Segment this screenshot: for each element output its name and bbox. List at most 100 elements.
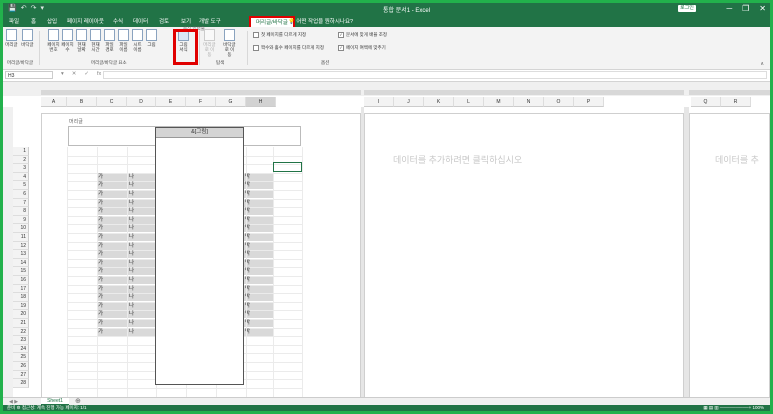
collapse-ribbon-icon[interactable]: ∧: [760, 61, 764, 67]
row-header-12[interactable]: 12: [13, 241, 29, 251]
window-control-icon[interactable]: ✕: [759, 3, 766, 14]
cell-c[interactable]: 나: [129, 267, 134, 276]
cell-c[interactable]: 나: [129, 190, 134, 199]
tab-5[interactable]: 데이터: [133, 17, 148, 25]
row-header-9[interactable]: 9: [13, 215, 29, 225]
add-data-placeholder-0[interactable]: 데이터를 추가하려면 클릭하십시오: [393, 153, 522, 166]
cell-b[interactable]: 가: [98, 224, 103, 233]
tab-4[interactable]: 수식: [113, 17, 123, 25]
column-header-O[interactable]: O: [544, 97, 574, 107]
tab-7[interactable]: 보기: [181, 17, 191, 25]
ribbon-button-1[interactable]: 바닥글: [21, 29, 34, 47]
tab-2[interactable]: 삽입: [47, 17, 57, 25]
row-header-3[interactable]: 3: [13, 164, 29, 173]
row-header-25[interactable]: 25: [13, 353, 29, 362]
column-header-G[interactable]: G: [216, 97, 246, 107]
row-header-13[interactable]: 13: [13, 250, 29, 259]
formula-icon[interactable]: ✓: [84, 71, 89, 77]
ribbon-button-5[interactable]: 현재 시간: [89, 29, 102, 52]
column-header-K[interactable]: K: [424, 97, 454, 107]
qat-icon[interactable]: ▾: [40, 4, 44, 12]
formula-icon[interactable]: fx: [97, 71, 101, 77]
cell-b[interactable]: 가: [98, 199, 103, 208]
row-header-5[interactable]: 5: [13, 181, 29, 190]
window-control-icon[interactable]: ─: [726, 3, 732, 14]
column-header-Q[interactable]: Q: [691, 97, 721, 107]
cell-c[interactable]: 나: [129, 199, 134, 208]
cell-b[interactable]: 가: [98, 267, 103, 276]
cell-c[interactable]: 나: [129, 293, 134, 302]
cell-b[interactable]: 가: [98, 233, 103, 242]
column-header-I[interactable]: I: [364, 97, 394, 107]
column-header-N[interactable]: N: [514, 97, 544, 107]
checkbox[interactable]: ✓: [338, 32, 344, 38]
checkbox[interactable]: [253, 45, 259, 51]
row-header-8[interactable]: 8: [13, 207, 29, 216]
cell-b[interactable]: 가: [98, 259, 103, 268]
tab-6[interactable]: 검토: [159, 17, 169, 25]
cell-c[interactable]: 나: [129, 173, 134, 182]
formula-input[interactable]: [103, 71, 767, 79]
option-checkbox-0[interactable]: 첫 페이지를 다르게 지정: [253, 32, 306, 38]
option-checkbox-3[interactable]: ✓ 페이지 여백에 맞추기: [338, 45, 386, 51]
cell-b[interactable]: 가: [98, 293, 103, 302]
row-header-20[interactable]: 20: [13, 310, 29, 319]
column-header-D[interactable]: D: [127, 97, 156, 107]
row-header-1[interactable]: 1: [13, 147, 29, 156]
ribbon-button-9[interactable]: 그림: [145, 29, 158, 47]
header-picture[interactable]: &[그림]: [155, 127, 244, 385]
row-header-16[interactable]: 16: [13, 276, 29, 285]
row-header-21[interactable]: 21: [13, 319, 29, 328]
cell-c[interactable]: 나: [129, 216, 134, 225]
qat-icon[interactable]: 💾: [8, 4, 17, 12]
cell-b[interactable]: 가: [98, 207, 103, 216]
column-header-J[interactable]: J: [394, 97, 424, 107]
window-control-icon[interactable]: ❐: [742, 3, 749, 14]
ribbon-button-7[interactable]: 파일 이름: [117, 29, 130, 52]
column-header-R[interactable]: R: [721, 97, 751, 107]
cell-c[interactable]: 나: [129, 276, 134, 285]
row-header-27[interactable]: 27: [13, 370, 29, 380]
row-header-4[interactable]: 4: [13, 172, 29, 182]
ribbon-button-6[interactable]: 파일 경로: [103, 29, 116, 52]
cell-b[interactable]: 가: [98, 216, 103, 225]
tell-me-box[interactable]: 💡 어떤 작업을 원하시나요?: [288, 17, 353, 25]
qat-icon[interactable]: ↶: [21, 4, 27, 12]
row-header-23[interactable]: 23: [13, 336, 29, 345]
tab-3[interactable]: 페이지 레이아웃: [67, 17, 104, 25]
cell-c[interactable]: 나: [129, 328, 134, 337]
row-header-10[interactable]: 10: [13, 224, 29, 233]
formula-icon[interactable]: ✕: [72, 71, 77, 77]
tab-8[interactable]: 개발 도구: [199, 17, 221, 25]
column-header-M[interactable]: M: [484, 97, 514, 107]
ribbon-button-12[interactable]: 바닥글로 이동: [223, 29, 236, 57]
cell-b[interactable]: 가: [98, 310, 103, 319]
qat-icon[interactable]: ↷: [31, 4, 37, 12]
ribbon-button-8[interactable]: 시트 이름: [131, 29, 144, 52]
cell-b[interactable]: 가: [98, 319, 103, 328]
tab-1[interactable]: 홈: [31, 17, 36, 25]
tab-0[interactable]: 파일: [9, 17, 19, 25]
cell-c[interactable]: 나: [129, 285, 134, 294]
ribbon-button-2[interactable]: 페이지 번호: [47, 29, 60, 52]
cell-c[interactable]: 나: [129, 233, 134, 242]
cell-b[interactable]: 가: [98, 285, 103, 294]
column-header-C[interactable]: C: [97, 97, 127, 107]
row-header-11[interactable]: 11: [13, 233, 29, 242]
row-header-14[interactable]: 14: [13, 258, 29, 268]
row-header-17[interactable]: 17: [13, 284, 29, 294]
checkbox[interactable]: ✓: [338, 45, 344, 51]
cell-c[interactable]: 나: [129, 181, 134, 190]
column-header-B[interactable]: B: [67, 97, 97, 107]
cell-c[interactable]: 나: [129, 250, 134, 259]
column-header-P[interactable]: P: [574, 97, 604, 107]
row-header-2[interactable]: 2: [13, 155, 29, 165]
row-header-15[interactable]: 15: [13, 267, 29, 276]
row-header-18[interactable]: 18: [13, 293, 29, 302]
row-header-22[interactable]: 22: [13, 327, 29, 337]
name-box[interactable]: H3: [5, 71, 53, 79]
login-button[interactable]: 로그인: [678, 5, 696, 12]
column-header-L[interactable]: L: [454, 97, 484, 107]
option-checkbox-1[interactable]: 짝수와 홀수 페이지를 다르게 지정: [253, 45, 324, 51]
cell-c[interactable]: 나: [129, 207, 134, 216]
